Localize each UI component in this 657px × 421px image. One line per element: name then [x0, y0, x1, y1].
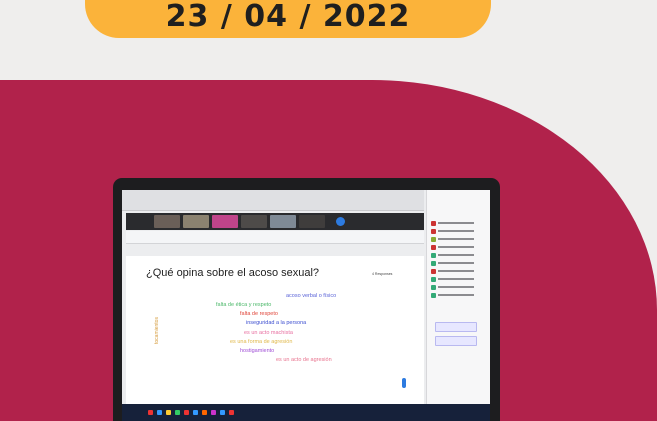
word-cloud-item: acoso verbal o físico	[286, 293, 337, 299]
participant-row	[431, 228, 474, 234]
avatar	[431, 220, 436, 226]
avatar	[431, 292, 436, 298]
word-cloud-item: es un acto de agresión	[276, 357, 332, 363]
word-cloud-item: inseguridad a la persona	[246, 320, 307, 326]
participant-row	[431, 244, 474, 250]
avatar	[431, 236, 436, 242]
participant-row	[431, 220, 474, 226]
participant-row	[431, 252, 474, 258]
taskbar	[122, 404, 490, 421]
avatar	[431, 228, 436, 234]
video-thumbnail-strip	[126, 213, 424, 230]
slide-question: ¿Qué opina sobre el acoso sexual?	[146, 267, 320, 279]
video-thumbnail	[183, 215, 209, 228]
app-icon	[148, 410, 153, 415]
participant-row	[431, 292, 474, 298]
avatar	[336, 217, 345, 226]
browser-bar	[126, 231, 424, 244]
word-cloud-item: es un acto machista	[244, 330, 293, 336]
app-icon	[184, 410, 189, 415]
video-thumbnail	[154, 215, 180, 228]
word-cloud-vertical-item: tocamientos	[154, 317, 160, 344]
participant-row	[431, 260, 474, 266]
responses-count: 4 Responses	[372, 272, 393, 276]
word-cloud-item: falta de ética y respeto	[216, 302, 272, 308]
mic-icon	[402, 378, 406, 388]
participant-row	[431, 276, 474, 282]
app-icon	[202, 410, 207, 415]
avatar	[431, 260, 436, 266]
participants-panel	[426, 190, 490, 404]
meeting-top-bar	[122, 190, 424, 211]
avatar	[431, 284, 436, 290]
presentation-slide: ¿Qué opina sobre el acoso sexual? 4 Resp…	[126, 256, 424, 404]
avatar	[431, 276, 436, 282]
video-thumbnail	[241, 215, 267, 228]
app-icon	[193, 410, 198, 415]
laptop-screen: ¿Qué opina sobre el acoso sexual? 4 Resp…	[122, 190, 490, 421]
participant-row	[431, 236, 474, 242]
video-thumbnail	[299, 215, 325, 228]
participant-row	[431, 284, 474, 290]
word-cloud-item: falta de respeto	[240, 311, 278, 317]
video-thumbnail	[212, 215, 238, 228]
word-cloud-item: hostigamiento	[240, 348, 275, 354]
participant-row	[431, 268, 474, 274]
app-icon	[166, 410, 171, 415]
app-icon	[220, 410, 225, 415]
app-icon	[175, 410, 180, 415]
chat-message	[435, 336, 477, 346]
video-thumbnail	[270, 215, 296, 228]
date-badge: 23 / 04 / 2022	[85, 0, 491, 38]
avatar	[431, 252, 436, 258]
avatar	[431, 268, 436, 274]
app-icon	[229, 410, 234, 415]
avatar	[431, 244, 436, 250]
word-cloud-item: es una forma de agresión	[230, 339, 293, 345]
app-icon	[157, 410, 162, 415]
app-icon	[211, 410, 216, 415]
chat-message	[435, 322, 477, 332]
date-label: 23 / 04 / 2022	[165, 0, 411, 34]
